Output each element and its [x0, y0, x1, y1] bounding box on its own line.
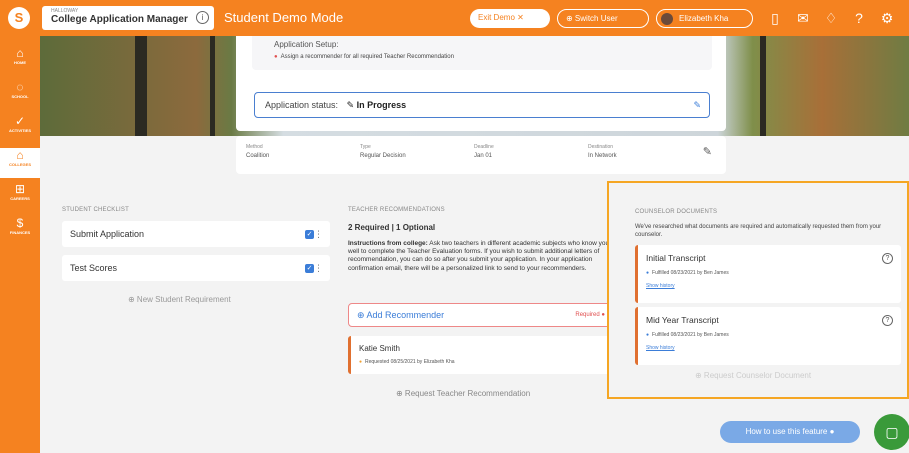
- application-meta: Method Coalition Type Regular Decision D…: [236, 136, 726, 174]
- checklist-item[interactable]: Submit Application ✓ ⋮: [62, 221, 330, 247]
- document-status: Fulfilled 08/23/2021 by Ben James: [646, 332, 729, 338]
- app-selector[interactable]: HALLOWAY College Application Manager i: [42, 6, 214, 30]
- meta-head: Deadline: [474, 144, 494, 150]
- sidebar-item-careers[interactable]: ⊞ CAREERS: [0, 182, 40, 212]
- pencil-icon[interactable]: ✎: [693, 93, 701, 117]
- application-status-field[interactable]: Application status: ✎ In Progress ✎: [254, 92, 710, 118]
- document-name: Mid Year Transcript: [646, 315, 719, 325]
- meta-destination: Destination In Network: [588, 144, 617, 159]
- counselor-documents-panel: COUNSELOR DOCUMENTS We've researched wha…: [607, 181, 909, 399]
- new-student-requirement-button[interactable]: ⊕ New Student Requirement: [128, 295, 231, 304]
- tree-trunk: [760, 36, 766, 136]
- checklist-title: STUDENT CHECKLIST: [62, 207, 129, 213]
- how-to-use-feature-button[interactable]: How to use this feature ●: [720, 421, 860, 443]
- counselor-description: We've researched what documents are requ…: [635, 224, 882, 238]
- counselor-document-card[interactable]: Mid Year Transcript Fulfilled 08/23/2021…: [635, 307, 901, 365]
- instructions-label: Instructions from college:: [348, 240, 428, 247]
- setup-label: Application Setup:: [274, 40, 339, 49]
- mail-icon[interactable]: ✉: [794, 9, 812, 27]
- more-options-icon[interactable]: ⋮: [314, 221, 323, 247]
- status-label: Application status:: [265, 100, 339, 110]
- document-name: Initial Transcript: [646, 253, 706, 263]
- more-options-icon[interactable]: ⋮: [314, 255, 323, 281]
- meta-head: Method: [246, 144, 263, 150]
- request-counselor-document-button[interactable]: ⊕ Request Counselor Document: [695, 371, 811, 380]
- request-teacher-recommendation-button[interactable]: ⊕ Request Teacher Recommendation: [396, 389, 530, 398]
- sidebar: ⌂ HOME ◌ SCHOOL ✓ ACTIVITIES ⌂ COLLEGES …: [0, 36, 40, 453]
- chat-icon[interactable]: ▢: [874, 414, 909, 450]
- user-menu[interactable]: Elizabeth Kha: [656, 9, 753, 28]
- status-value: ✎ In Progress: [346, 100, 407, 110]
- home-icon: ⌂: [16, 46, 24, 60]
- recommender-card[interactable]: Katie Smith Requested 08/25/2021 by Eliz…: [348, 336, 614, 374]
- checklist-item[interactable]: Test Scores ✓ ⋮: [62, 255, 330, 281]
- add-recommender-label: ⊕ Add Recommender: [357, 310, 445, 320]
- checklist-item-label: Test Scores: [70, 263, 118, 273]
- checkbox-checked[interactable]: ✓: [305, 264, 314, 273]
- sidebar-item-home[interactable]: ⌂ HOME: [0, 46, 40, 76]
- user-name: Elizabeth Kha: [679, 14, 729, 23]
- sidebar-item-activities[interactable]: ✓ ACTIVITIES: [0, 114, 40, 144]
- meta-method: Method Coalition: [246, 144, 269, 159]
- college-icon: ⌂: [16, 148, 24, 162]
- document-icon[interactable]: ▯: [766, 9, 784, 27]
- demo-mode-label: Student Demo Mode: [224, 10, 344, 25]
- school-icon: ◌: [16, 80, 24, 94]
- sidebar-item-label: COLLEGES: [8, 162, 31, 167]
- checkbox-checked[interactable]: ✓: [305, 230, 314, 239]
- switch-user-button[interactable]: ⊕ Switch User: [557, 9, 649, 28]
- help-circle-icon[interactable]: ?: [882, 315, 893, 326]
- top-bar: S HALLOWAY College Application Manager i…: [0, 0, 909, 36]
- recommender-name: Katie Smith: [359, 344, 400, 353]
- tree-trunk: [135, 36, 147, 136]
- teacher-instructions: Instructions from college: Ask two teach…: [348, 240, 610, 273]
- sidebar-item-finances[interactable]: $ FINANCES: [0, 216, 40, 246]
- app-name: College Application Manager: [51, 14, 188, 25]
- dollar-icon: $: [16, 216, 24, 230]
- teacher-title: TEACHER RECOMMENDATIONS: [348, 207, 445, 213]
- meta-value: Coalition: [246, 153, 270, 159]
- sidebar-item-label: HOME: [14, 60, 26, 65]
- bell-icon[interactable]: ♢: [822, 9, 840, 27]
- meta-value: In Network: [588, 153, 617, 159]
- meta-head: Type: [360, 144, 371, 150]
- recommender-status: Requested 08/25/2021 by Elizabeth Kha: [359, 359, 455, 365]
- sidebar-item-label: CAREERS: [10, 196, 30, 201]
- help-circle-icon[interactable]: ?: [882, 253, 893, 264]
- info-icon[interactable]: i: [196, 11, 209, 24]
- setup-warning: Assign a recommender for all required Te…: [274, 54, 454, 60]
- sidebar-item-label: ACTIVITIES: [8, 128, 31, 133]
- exit-demo-button[interactable]: Exit Demo ✕: [470, 9, 550, 28]
- meta-value: Regular Decision: [360, 153, 406, 159]
- sidebar-item-school[interactable]: ◌ SCHOOL: [0, 80, 40, 110]
- edit-pencil-icon[interactable]: ✎: [703, 145, 712, 158]
- counselor-document-card[interactable]: Initial Transcript Fulfilled 08/23/2021 …: [635, 245, 901, 303]
- show-history-link[interactable]: Show history: [646, 283, 675, 289]
- tree-trunk: [210, 36, 215, 136]
- sidebar-item-colleges[interactable]: ⌂ COLLEGES: [0, 148, 40, 178]
- sidebar-item-label: FINANCES: [9, 230, 31, 235]
- briefcase-icon: ⊞: [14, 182, 26, 196]
- teacher-requirement-count: 2 Required | 1 Optional: [348, 223, 436, 232]
- meta-head: Destination: [588, 144, 614, 150]
- avatar: [661, 13, 673, 25]
- show-history-link[interactable]: Show history: [646, 345, 675, 351]
- logo-icon[interactable]: S: [8, 7, 30, 29]
- application-card: Application Setup: Assign a recommender …: [236, 36, 726, 131]
- sidebar-item-label: SCHOOL: [11, 94, 29, 99]
- counselor-title: COUNSELOR DOCUMENTS: [635, 209, 718, 215]
- add-recommender-button[interactable]: ⊕ Add Recommender Required ●: [348, 303, 614, 327]
- application-setup-box: Application Setup: Assign a recommender …: [252, 36, 712, 70]
- document-status: Fulfilled 08/23/2021 by Ben James: [646, 270, 729, 276]
- meta-type: Type Regular Decision: [360, 144, 406, 159]
- gear-icon[interactable]: ⚙: [878, 9, 896, 27]
- required-badge: Required ●: [575, 312, 605, 318]
- help-icon[interactable]: ?: [850, 9, 868, 27]
- check-icon: ✓: [14, 114, 26, 128]
- meta-deadline: Deadline Jan 01: [474, 144, 494, 159]
- checklist-item-label: Submit Application: [70, 229, 145, 239]
- meta-value: Jan 01: [474, 153, 493, 159]
